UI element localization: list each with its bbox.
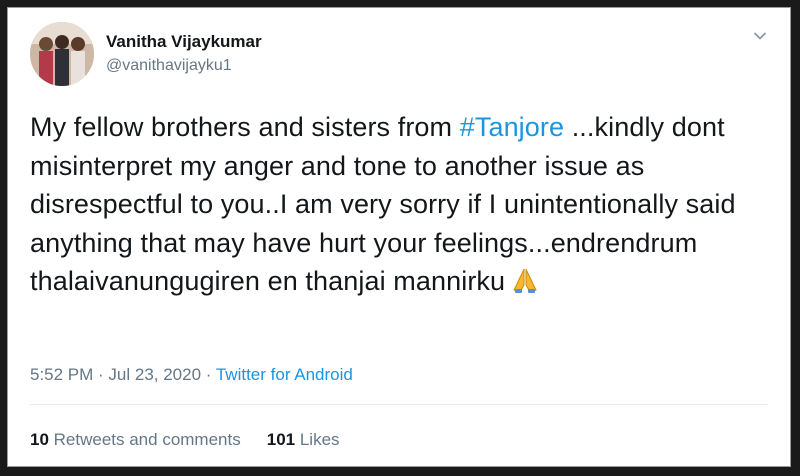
avatar-photo-icon xyxy=(30,22,94,86)
likes-label: Likes xyxy=(295,430,340,449)
likes-count: 101 xyxy=(266,430,296,449)
author-display-name[interactable]: Vanitha Vijaykumar xyxy=(106,31,262,53)
tweet-header: Vanitha Vijaykumar @vanithavijayku1 xyxy=(30,22,262,86)
avatar[interactable] xyxy=(30,22,94,86)
meta-separator: · xyxy=(201,365,216,384)
tweet-timestamp[interactable]: 5:52 PM · Jul 23, 2020 xyxy=(30,365,201,384)
tweet-card: Vanitha Vijaykumar @vanithavijayku1 My f… xyxy=(7,7,791,467)
tweet-text-intro: My fellow brothers and sisters from xyxy=(30,112,460,142)
tweet-meta: 5:52 PM · Jul 23, 2020 · Twitter for And… xyxy=(30,364,353,386)
retweets-count: 10 xyxy=(30,430,49,449)
divider xyxy=(30,404,768,405)
folded-hands-icon xyxy=(511,266,539,305)
tweet-body: My fellow brothers and sisters from #Tan… xyxy=(30,108,770,305)
retweets-stat[interactable]: 10 Retweets and comments xyxy=(30,429,241,451)
tweet-source-link[interactable]: Twitter for Android xyxy=(216,365,353,384)
retweets-label: Retweets and comments xyxy=(48,430,241,449)
likes-stat[interactable]: 101 Likes xyxy=(267,429,340,451)
author-handle[interactable]: @vanithavijayku1 xyxy=(106,55,262,77)
hashtag-link[interactable]: #Tanjore xyxy=(460,112,564,142)
author-block: Vanitha Vijaykumar @vanithavijayku1 xyxy=(106,31,262,77)
chevron-down-icon[interactable] xyxy=(752,28,768,44)
tweet-stats: 10 Retweets and comments 101 Likes xyxy=(30,429,340,451)
